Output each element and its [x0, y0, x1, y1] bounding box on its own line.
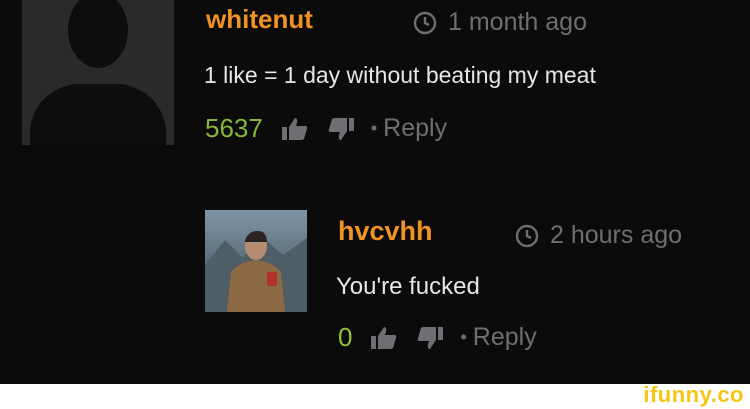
thumbs-down-icon[interactable]	[416, 326, 444, 350]
timestamp: 2 hours ago	[514, 221, 682, 250]
thumbs-down-icon[interactable]	[327, 117, 355, 141]
comment-item: whitenut 1 month ago 1 like = 1 day with…	[0, 0, 750, 180]
user-silhouette-icon	[22, 0, 174, 145]
avatar[interactable]	[205, 210, 307, 312]
separator: •	[460, 327, 467, 347]
timestamp-text: 2 hours ago	[550, 221, 683, 249]
comment-actions: 5637 • Reply	[205, 113, 447, 144]
clock-icon	[412, 10, 438, 36]
watermark-logo: ifunny.co	[643, 382, 744, 407]
thumbs-up-icon[interactable]	[370, 326, 398, 350]
reply-button[interactable]: Reply	[473, 323, 537, 352]
thumbs-up-icon[interactable]	[281, 117, 309, 141]
comment-text: 1 like = 1 day without beating my meat	[204, 62, 596, 88]
like-count: 0	[338, 322, 353, 352]
username-link[interactable]: whitenut	[206, 4, 313, 35]
timestamp-text: 1 month ago	[448, 8, 587, 36]
comment-item: hvcvhh 2 hours ago You're fucked 0 • Rep…	[0, 190, 750, 380]
watermark-bar: ifunny.co	[0, 382, 750, 409]
username-link[interactable]: hvcvhh	[338, 216, 433, 247]
clock-icon	[514, 223, 540, 249]
comment-text: You're fucked	[336, 273, 480, 300]
timestamp: 1 month ago	[412, 8, 587, 37]
separator: •	[370, 118, 378, 138]
reply-button[interactable]: Reply	[383, 114, 447, 143]
comment-actions: 0 • Reply	[338, 322, 537, 353]
user-photo-avatar	[205, 210, 307, 312]
avatar[interactable]	[22, 0, 174, 145]
like-count: 5637	[205, 113, 263, 143]
